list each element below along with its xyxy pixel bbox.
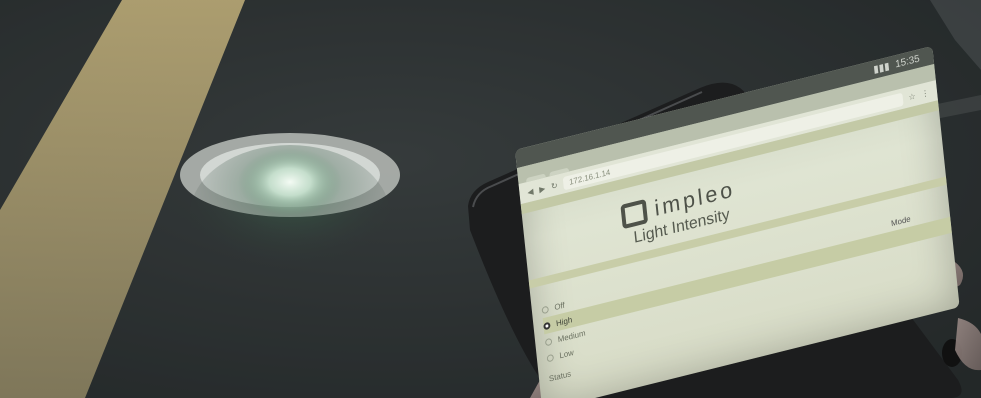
radio-icon[interactable] (541, 305, 549, 314)
signal-icon: ▮▮▮ (872, 60, 891, 76)
option-label: High (555, 314, 573, 328)
logo-mark (620, 198, 649, 230)
road-light-lamp (238, 148, 342, 216)
option-label: Low (559, 347, 575, 360)
radio-icon[interactable] (544, 337, 553, 346)
back-icon[interactable]: ◀ (527, 186, 534, 197)
menu-icon[interactable]: ⋮ (921, 88, 930, 99)
reload-icon[interactable]: ↻ (551, 180, 558, 191)
forward-icon[interactable]: ▶ (539, 183, 546, 194)
photo-scene: ▮▮▮ 15:35 ◀ ▶ ↻ 172.16.1.14 ☆ ⋮ impleo L… (0, 0, 981, 398)
radio-icon[interactable] (543, 321, 551, 330)
star-icon[interactable]: ☆ (908, 91, 916, 102)
option-label: Off (553, 300, 566, 312)
radio-icon[interactable] (546, 353, 555, 362)
